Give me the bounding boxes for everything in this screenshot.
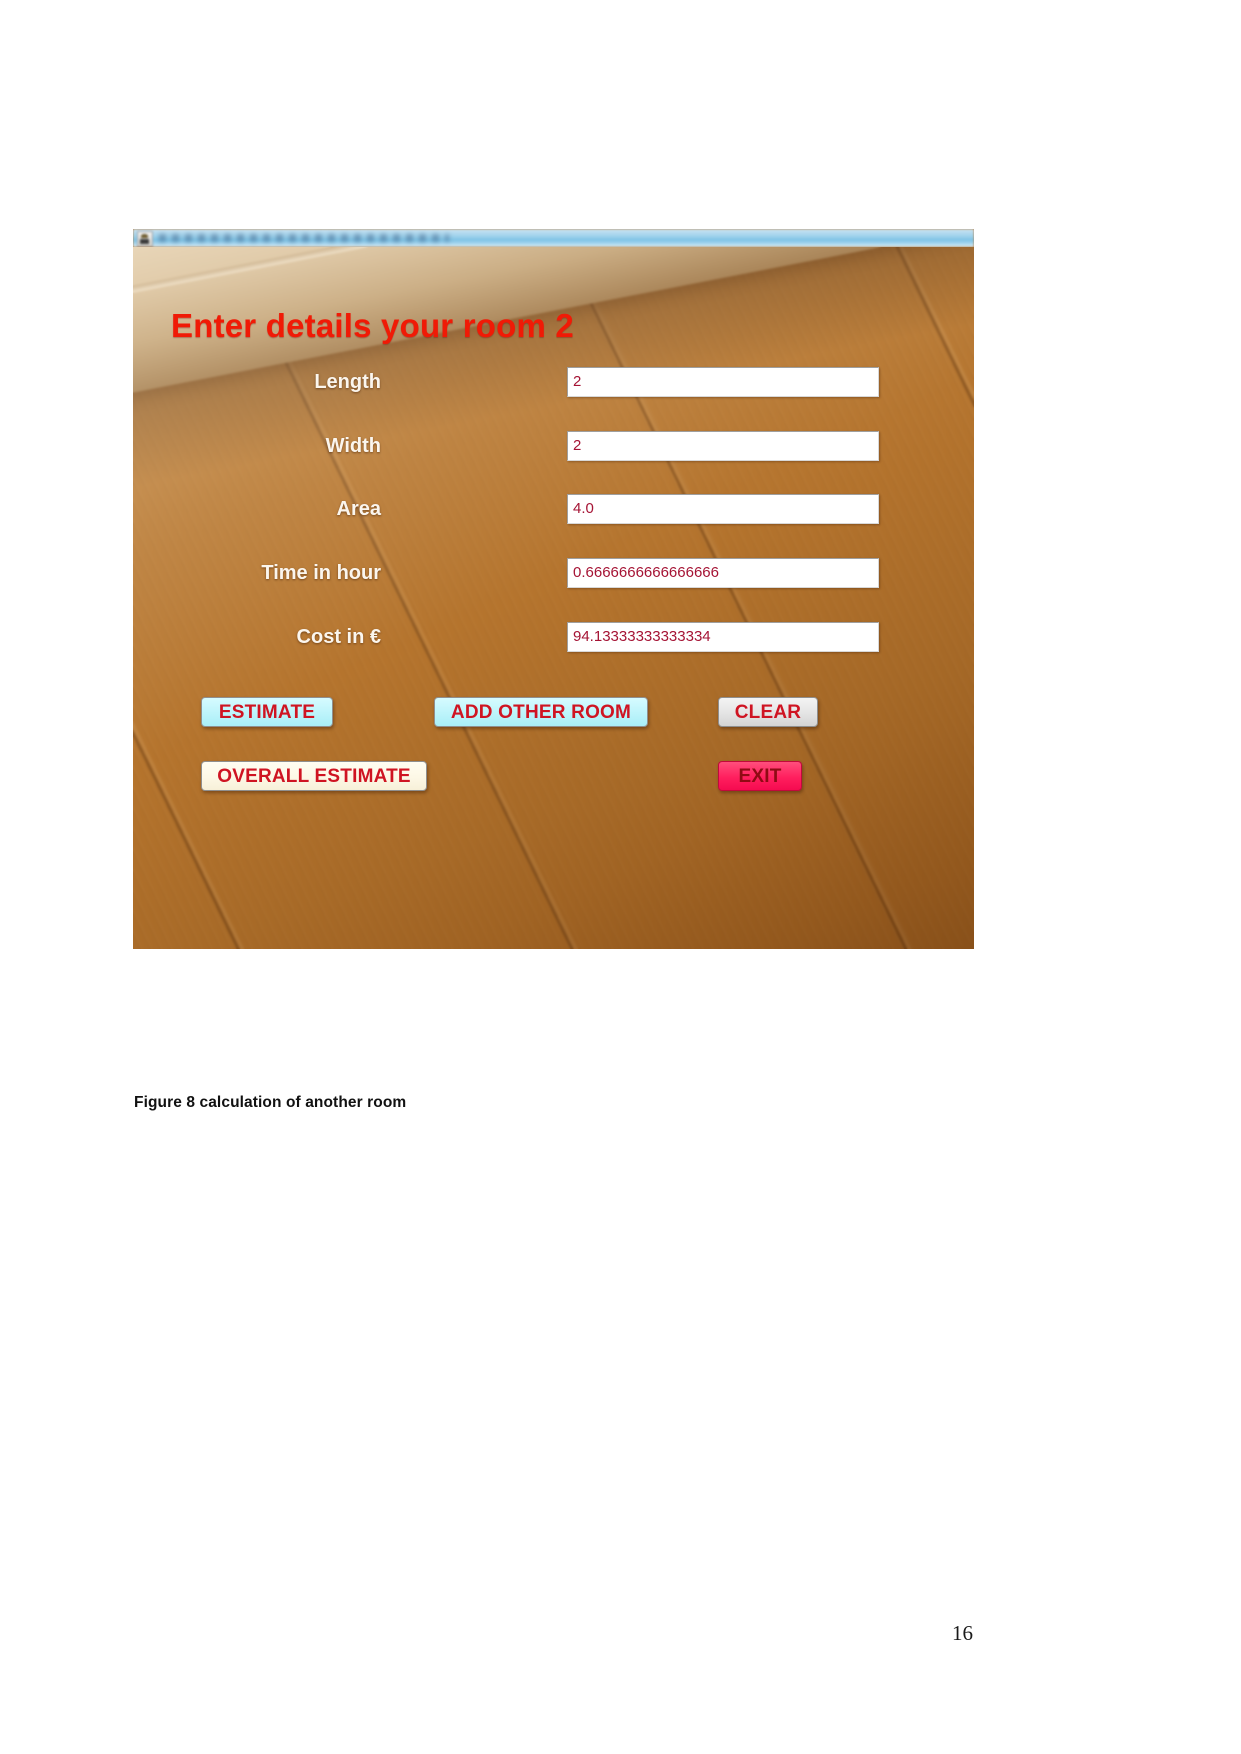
width-input[interactable]: 2 (567, 431, 879, 461)
label-cost-in-euro: Cost in € (296, 626, 381, 648)
length-input[interactable]: 2 (567, 367, 879, 397)
label-length: Length (314, 371, 381, 393)
field-row-cost-in-euro: Cost in € 94.13333333333334 (133, 622, 974, 652)
cost-in-euro-input[interactable]: 94.13333333333334 (567, 622, 879, 652)
clear-button[interactable]: CLEAR (718, 697, 818, 727)
form-layer: Enter details your room 2 Length 2 Width… (133, 229, 974, 949)
field-row-time-in-hour: Time in hour 0.6666666666666666 (133, 558, 974, 588)
exit-button[interactable]: EXIT (718, 761, 802, 791)
estimate-button[interactable]: ESTIMATE (201, 697, 333, 727)
add-other-room-button[interactable]: ADD OTHER ROOM (434, 697, 648, 727)
field-row-area: Area 4.0 (133, 494, 974, 524)
overall-estimate-button[interactable]: OVERALL ESTIMATE (201, 761, 427, 791)
time-in-hour-input[interactable]: 0.6666666666666666 (567, 558, 879, 588)
field-row-length: Length 2 (133, 367, 974, 397)
document-page: Enter details your room 2 Length 2 Width… (0, 0, 1241, 1754)
application-window: Enter details your room 2 Length 2 Width… (133, 229, 974, 949)
label-area: Area (336, 498, 381, 520)
label-width: Width (325, 435, 381, 457)
page-title: Enter details your room 2 (171, 307, 574, 345)
area-input[interactable]: 4.0 (567, 494, 879, 524)
field-row-width: Width 2 (133, 431, 974, 461)
figure-caption: Figure 8 calculation of another room (134, 1094, 407, 1111)
page-number: 16 (952, 1621, 973, 1645)
label-time-in-hour: Time in hour (261, 562, 381, 584)
